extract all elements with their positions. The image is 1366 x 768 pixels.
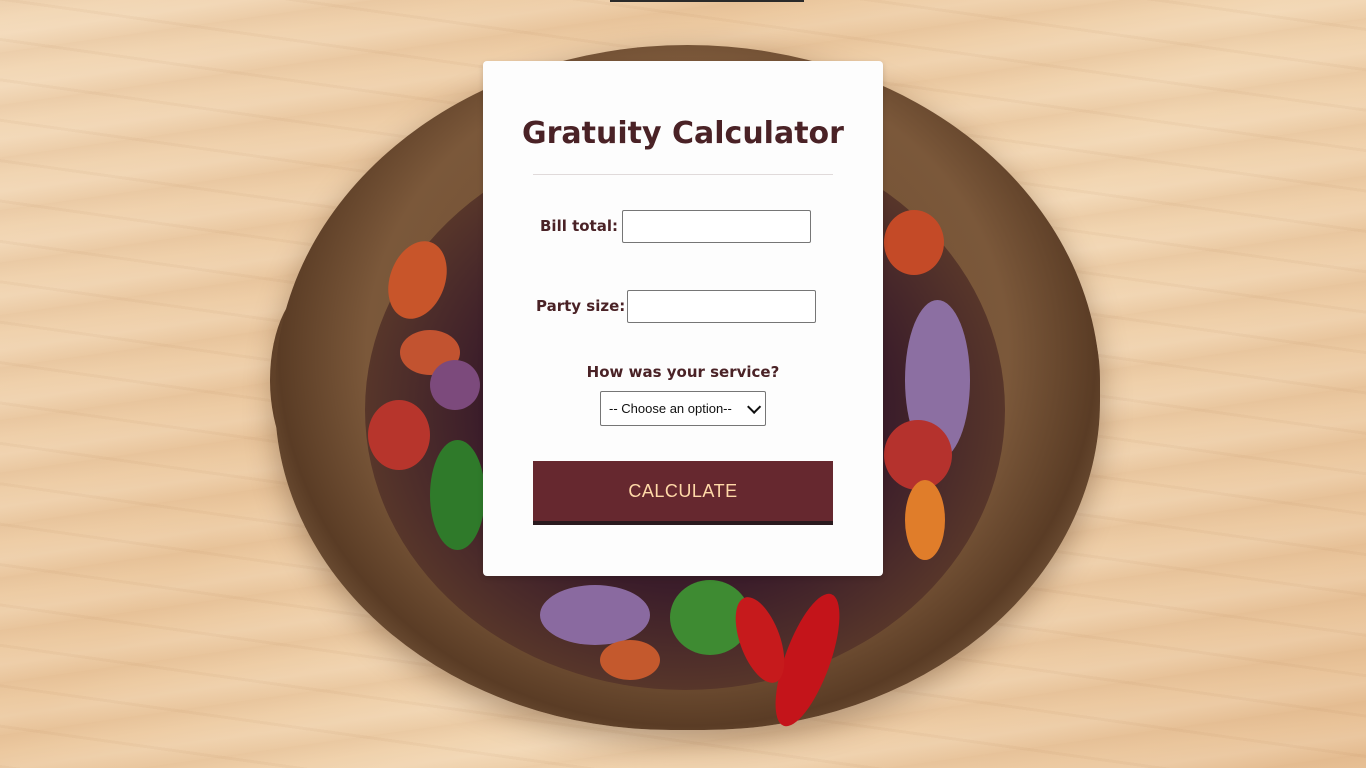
pepper-shape — [430, 440, 485, 550]
divider — [533, 174, 833, 175]
party-size-label: Party size: — [536, 297, 626, 315]
onion-shape — [540, 585, 650, 645]
chevron-down-icon — [747, 399, 762, 414]
corn-kernel-shape — [884, 210, 944, 275]
page-title: Gratuity Calculator — [522, 116, 844, 151]
service-select-value: -- Choose an option-- — [609, 401, 732, 416]
calculator-card: Gratuity Calculator Bill total: Party si… — [483, 61, 883, 576]
service-question-label: How was your service? — [586, 363, 780, 381]
corn-kernel-shape — [600, 640, 660, 680]
bill-total-input[interactable] — [622, 210, 811, 243]
corn-kernel-shape — [368, 400, 430, 470]
top-bar — [610, 0, 804, 2]
corn-kernel-shape — [884, 420, 952, 490]
carrot-shape — [905, 480, 945, 560]
calculate-button[interactable]: CALCULATE — [533, 461, 833, 525]
party-size-input[interactable] — [627, 290, 816, 323]
service-select[interactable]: -- Choose an option-- — [600, 391, 766, 426]
onion-shape — [430, 360, 480, 410]
bill-total-label: Bill total: — [540, 217, 618, 235]
